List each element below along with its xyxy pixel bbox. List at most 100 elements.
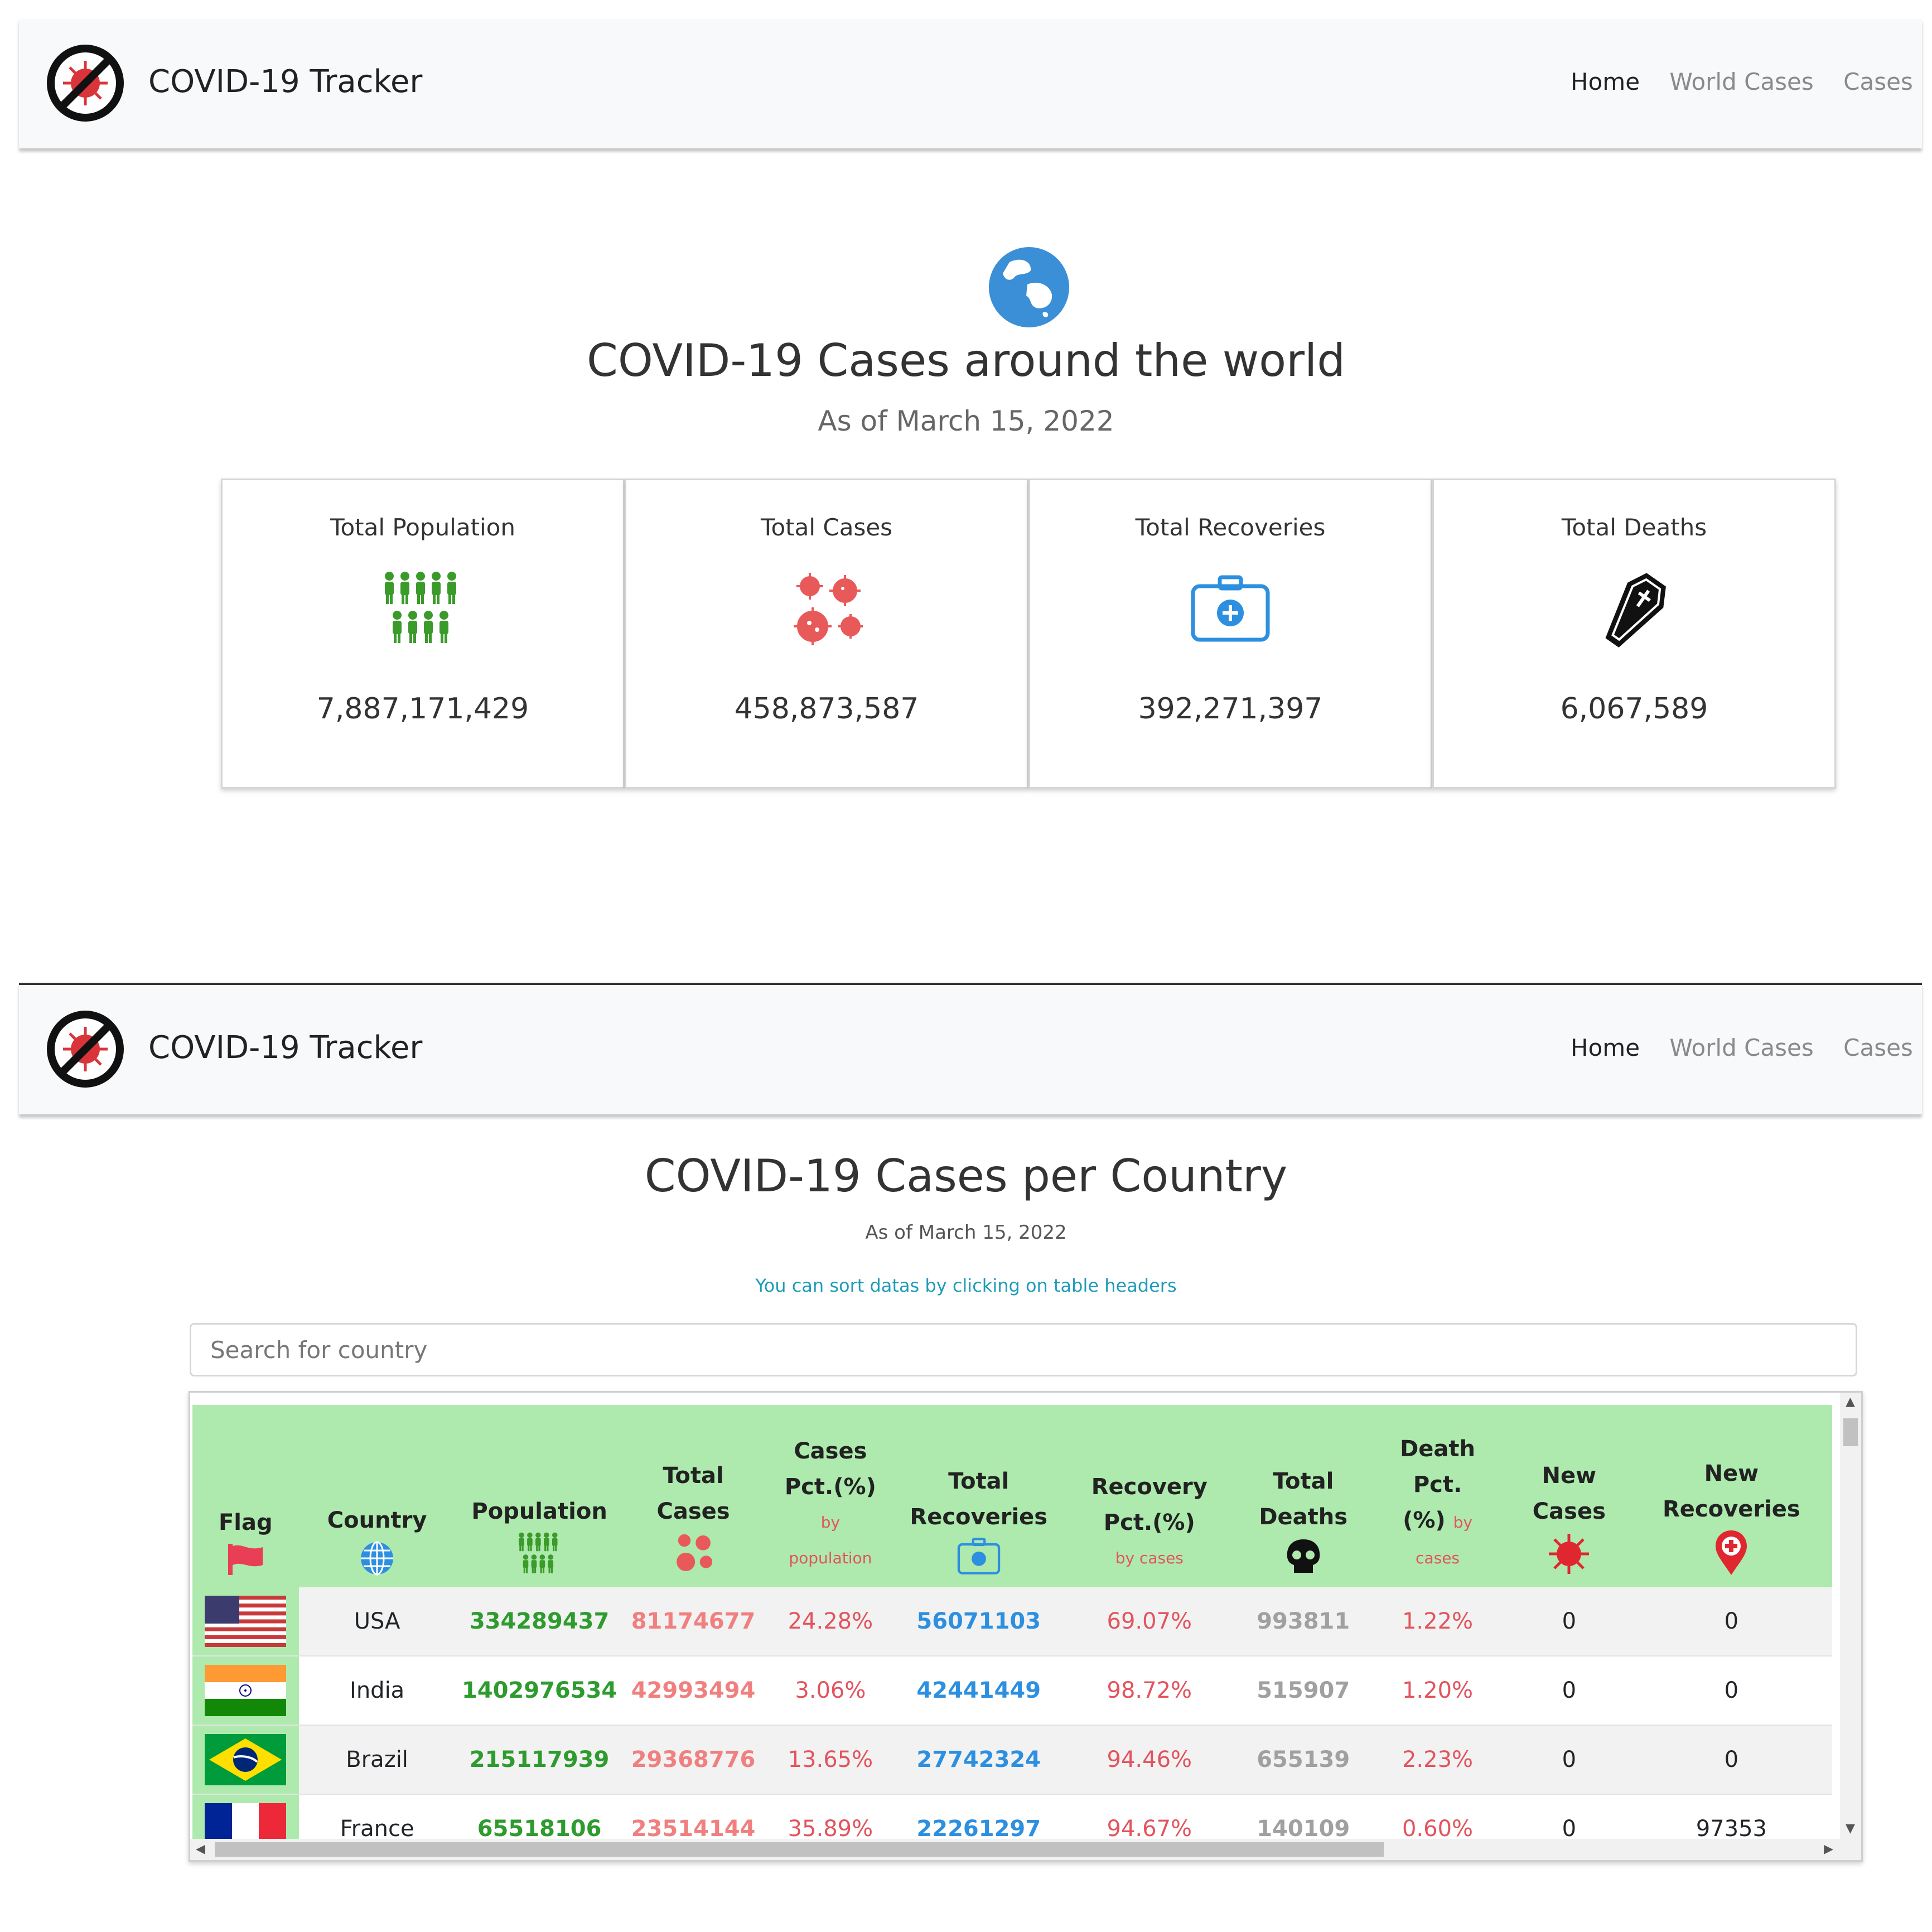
vertical-scrollbar[interactable]: ▲ ▼ bbox=[1840, 1393, 1861, 1860]
header-label: Cases bbox=[1532, 1499, 1606, 1524]
people-icon bbox=[385, 572, 456, 643]
card-value: 7,887,171,429 bbox=[316, 692, 529, 726]
header-label: Death bbox=[1400, 1436, 1475, 1462]
coffin-icon bbox=[1605, 573, 1666, 648]
header-sublabel: cases bbox=[1416, 1549, 1460, 1567]
header-population[interactable]: Population bbox=[455, 1405, 624, 1587]
death-pct-cell: 2.23% bbox=[1368, 1725, 1508, 1795]
population-cell: 215117939 bbox=[455, 1725, 624, 1795]
nav-home-link[interactable]: Home bbox=[1571, 1034, 1640, 1061]
table-row: Brazil 215117939 29368776 13.65% 27742324 94.… bbox=[192, 1725, 1832, 1795]
total-deaths-cell: 515907 bbox=[1239, 1656, 1368, 1726]
header-label: Population bbox=[471, 1499, 607, 1524]
cases-pct-cell: 13.65% bbox=[763, 1725, 898, 1795]
new-cases-cell: 0 bbox=[1507, 1587, 1631, 1656]
brand-name[interactable]: COVID-19 Tracker bbox=[148, 64, 422, 100]
skull-icon bbox=[1287, 1539, 1320, 1573]
total-recoveries-cell: 56071103 bbox=[897, 1587, 1060, 1656]
flag-icon bbox=[228, 1544, 263, 1575]
header-label: Total bbox=[948, 1469, 1010, 1494]
new-recoveries-cell: 0 bbox=[1630, 1725, 1832, 1795]
header-total-cases[interactable]: Total Cases bbox=[623, 1405, 764, 1587]
header-label: Cases bbox=[656, 1499, 730, 1524]
no-covid-logo-icon[interactable] bbox=[44, 1007, 127, 1091]
header-label: Total bbox=[1273, 1469, 1334, 1494]
nav-world-cases-link[interactable]: World Cases bbox=[1669, 1034, 1813, 1061]
countries-table: Flag Country Population Total Cases Case… bbox=[192, 1405, 1832, 1860]
card-value: 6,067,589 bbox=[1560, 692, 1708, 726]
globe-icon bbox=[989, 247, 1069, 327]
brazil-flag-icon bbox=[205, 1734, 287, 1785]
death-pct-cell: 1.20% bbox=[1368, 1656, 1508, 1726]
header-sublabel: by bbox=[820, 1513, 841, 1532]
virus-icon bbox=[1549, 1534, 1590, 1574]
india-flag-icon bbox=[205, 1665, 287, 1716]
scroll-right-arrow-icon[interactable]: ▶ bbox=[1824, 1842, 1833, 1856]
scroll-down-arrow-icon[interactable]: ▼ bbox=[1846, 1822, 1855, 1836]
header-sublabel: by bbox=[1453, 1513, 1472, 1532]
search-input[interactable] bbox=[190, 1323, 1857, 1376]
header-label: Recoveries bbox=[910, 1504, 1048, 1530]
header-label: Total bbox=[663, 1463, 724, 1489]
second-navbar: COVID-19 Tracker Home World Cases Cases … bbox=[19, 983, 1922, 1114]
vertical-scroll-thumb[interactable] bbox=[1843, 1418, 1858, 1446]
world-title: COVID-19 Cases around the world bbox=[586, 335, 1346, 387]
total-cases-cell: 29368776 bbox=[623, 1725, 764, 1795]
header-label: Country bbox=[327, 1508, 427, 1533]
country-cell: India bbox=[298, 1656, 456, 1726]
header-label: Pct.(%) bbox=[1103, 1510, 1195, 1535]
nav-home-link[interactable]: Home bbox=[1571, 68, 1640, 95]
total-recoveries-cell: 27742324 bbox=[897, 1725, 1060, 1795]
no-covid-logo-icon[interactable] bbox=[44, 41, 127, 125]
horizontal-scrollbar[interactable]: ◀ ▶ bbox=[190, 1839, 1861, 1860]
globe-icon bbox=[361, 1541, 394, 1576]
virus-icon bbox=[794, 573, 863, 645]
nav-cases-per-link[interactable]: Cases per bbox=[1843, 68, 1916, 95]
world-subtitle: As of March 15, 2022 bbox=[818, 405, 1114, 437]
total-recoveries-cell: 42441449 bbox=[897, 1656, 1060, 1726]
header-label: Flag bbox=[218, 1510, 273, 1535]
card-total-deaths: Total Deaths 6,067,589 bbox=[1432, 479, 1836, 789]
medkit-icon bbox=[1191, 575, 1270, 642]
nav-cases-per-link[interactable]: Cases per c bbox=[1843, 1034, 1916, 1061]
header-new-recoveries[interactable]: New Recoveries bbox=[1630, 1405, 1832, 1587]
countries-table-container: Flag Country Population Total Cases Case… bbox=[189, 1391, 1863, 1862]
horizontal-scroll-thumb[interactable] bbox=[215, 1842, 1384, 1857]
medkit-icon bbox=[957, 1538, 1000, 1574]
header-country[interactable]: Country bbox=[298, 1405, 456, 1587]
header-total-recoveries[interactable]: Total Recoveries bbox=[897, 1405, 1060, 1587]
population-cell: 334289437 bbox=[455, 1587, 624, 1656]
country-cell: USA bbox=[298, 1587, 456, 1656]
header-new-cases[interactable]: New Cases bbox=[1507, 1405, 1631, 1587]
header-label: Cases bbox=[794, 1438, 867, 1464]
flag-cell bbox=[192, 1656, 299, 1726]
countries-title: COVID-19 Cases per Country bbox=[644, 1150, 1288, 1202]
header-label: New bbox=[1542, 1463, 1597, 1489]
recovery-pct-cell: 98.72% bbox=[1060, 1656, 1239, 1726]
total-deaths-cell: 655139 bbox=[1239, 1725, 1368, 1795]
header-total-deaths[interactable]: Total Deaths bbox=[1239, 1405, 1368, 1587]
card-total-recoveries: Total Recoveries 392,271,397 bbox=[1028, 479, 1432, 789]
nav-world-cases-link[interactable]: World Cases bbox=[1669, 68, 1813, 95]
header-flag[interactable]: Flag bbox=[192, 1405, 299, 1587]
card-value: 458,873,587 bbox=[734, 692, 919, 726]
header-cases-pct[interactable]: Cases Pct.(%) by population bbox=[763, 1405, 898, 1587]
top-navbar: COVID-19 Tracker Home World Cases Cases … bbox=[19, 19, 1922, 148]
nav-links: Home World Cases Cases per c bbox=[1548, 1034, 1916, 1079]
people-icon bbox=[519, 1532, 558, 1573]
card-label: Total Recoveries bbox=[1135, 514, 1326, 541]
new-cases-cell: 0 bbox=[1507, 1656, 1631, 1726]
recovery-pct-cell: 94.46% bbox=[1060, 1725, 1239, 1795]
header-recovery-pct[interactable]: Recovery Pct.(%) by cases bbox=[1060, 1405, 1239, 1587]
header-label: Pct. bbox=[1413, 1472, 1462, 1498]
total-cases-cell: 42993494 bbox=[623, 1656, 764, 1726]
scroll-up-arrow-icon[interactable]: ▲ bbox=[1846, 1395, 1855, 1409]
card-label: Total Deaths bbox=[1561, 514, 1707, 541]
brand-name[interactable]: COVID-19 Tracker bbox=[148, 1030, 422, 1066]
header-death-pct[interactable]: Death Pct. (%) by cases bbox=[1368, 1405, 1508, 1587]
new-cases-cell: 0 bbox=[1507, 1725, 1631, 1795]
table-row: USA 334289437 81174677 24.28% 56071103 69.07%… bbox=[192, 1587, 1832, 1656]
card-total-cases: Total Cases 458,873,587 bbox=[625, 479, 1028, 789]
scroll-left-arrow-icon[interactable]: ◀ bbox=[196, 1842, 205, 1856]
total-cases-cell: 81174677 bbox=[623, 1587, 764, 1656]
